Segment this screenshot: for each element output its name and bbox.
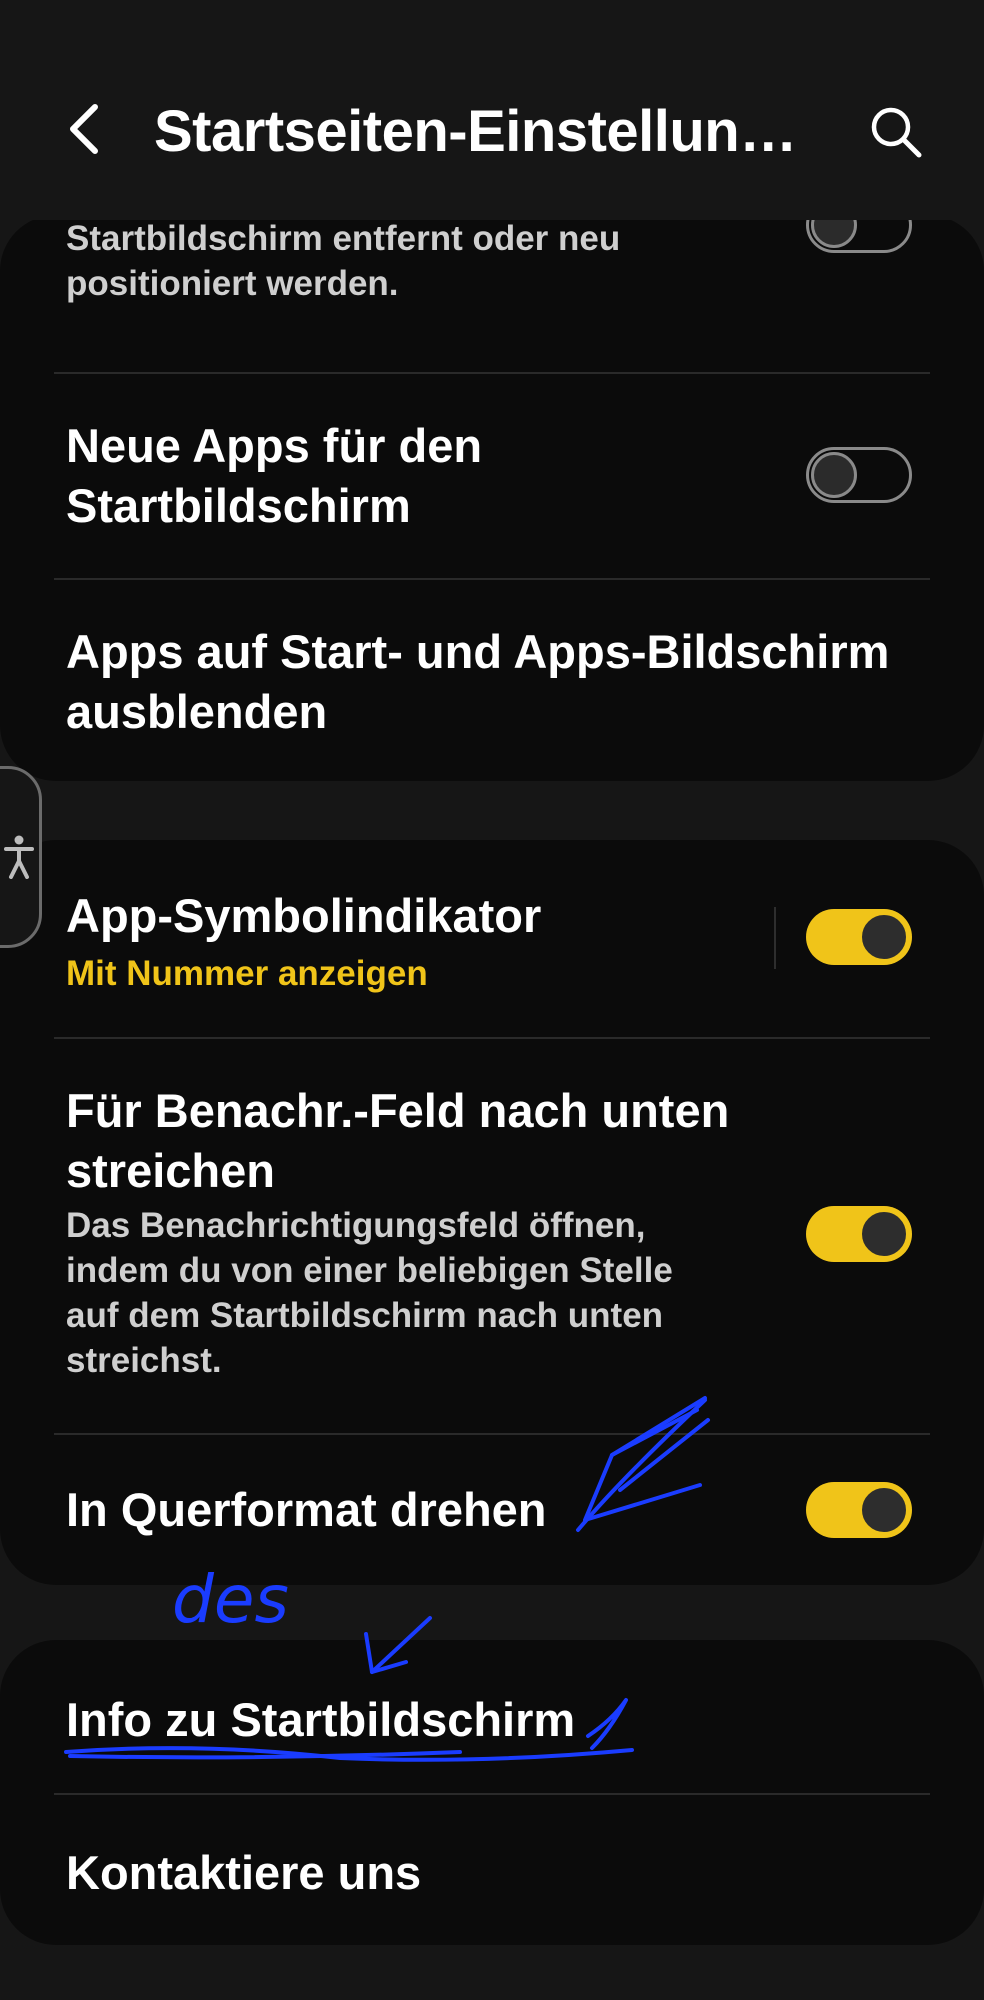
accessibility-button[interactable] <box>0 766 42 948</box>
app-header: Startseiten-Einstellun… <box>0 0 984 220</box>
layout-lock-toggle[interactable] <box>806 215 912 253</box>
vertical-separator <box>774 907 776 969</box>
page-title: Startseiten-Einstellun… <box>154 99 797 164</box>
search-icon <box>871 107 922 158</box>
swipe-down-row[interactable]: Für Benachr.-Feld nach unten streichen D… <box>0 1039 984 1433</box>
back-button[interactable] <box>60 98 110 160</box>
swipe-down-title: Für Benachr.-Feld nach unten streichen <box>66 1084 730 1197</box>
badge-toggle[interactable] <box>806 909 912 965</box>
rotate-toggle[interactable] <box>806 1482 912 1538</box>
search-button[interactable] <box>868 104 924 160</box>
contact-row[interactable]: Kontaktiere uns <box>0 1795 984 1945</box>
swipe-down-description: Das Benachrichtigungsfeld öffnen, indem … <box>66 1206 673 1380</box>
chevron-left-icon <box>70 104 98 154</box>
settings-card-layout: verhindert, dass Elemente auf dem Startb… <box>0 215 984 781</box>
hide-apps-row[interactable]: Apps auf Start- und Apps-Bildschirm ausb… <box>0 580 984 781</box>
about-title: Info zu Startbildschirm <box>66 1693 576 1746</box>
about-row[interactable]: Info zu Startbildschirm <box>0 1640 984 1792</box>
settings-card-behavior: App-Symbolindikator Mit Nummer anzeigen … <box>0 840 984 1585</box>
new-apps-title: Neue Apps für den Startbildschirm <box>66 419 483 532</box>
badge-title: App-Symbolindikator <box>66 889 542 942</box>
badge-row[interactable]: App-Symbolindikator Mit Nummer anzeigen <box>0 840 984 1037</box>
layout-lock-row[interactable]: verhindert, dass Elemente auf dem Startb… <box>0 215 984 373</box>
badge-subtitle: Mit Nummer anzeigen <box>66 954 428 993</box>
accessibility-icon <box>4 835 34 879</box>
layout-lock-description: verhindert, dass Elemente auf dem Startb… <box>66 219 621 303</box>
contact-title: Kontaktiere uns <box>66 1846 422 1899</box>
new-apps-row[interactable]: Neue Apps für den Startbildschirm <box>0 374 984 578</box>
settings-card-info: Info zu Startbildschirm Kontaktiere uns <box>0 1640 984 1945</box>
hide-apps-title: Apps auf Start- und Apps-Bildschirm ausb… <box>66 625 890 738</box>
rotate-title: In Querformat drehen <box>66 1483 547 1536</box>
rotate-row[interactable]: In Querformat drehen <box>0 1435 984 1585</box>
swipe-down-toggle[interactable] <box>806 1206 912 1262</box>
new-apps-toggle[interactable] <box>806 447 912 503</box>
